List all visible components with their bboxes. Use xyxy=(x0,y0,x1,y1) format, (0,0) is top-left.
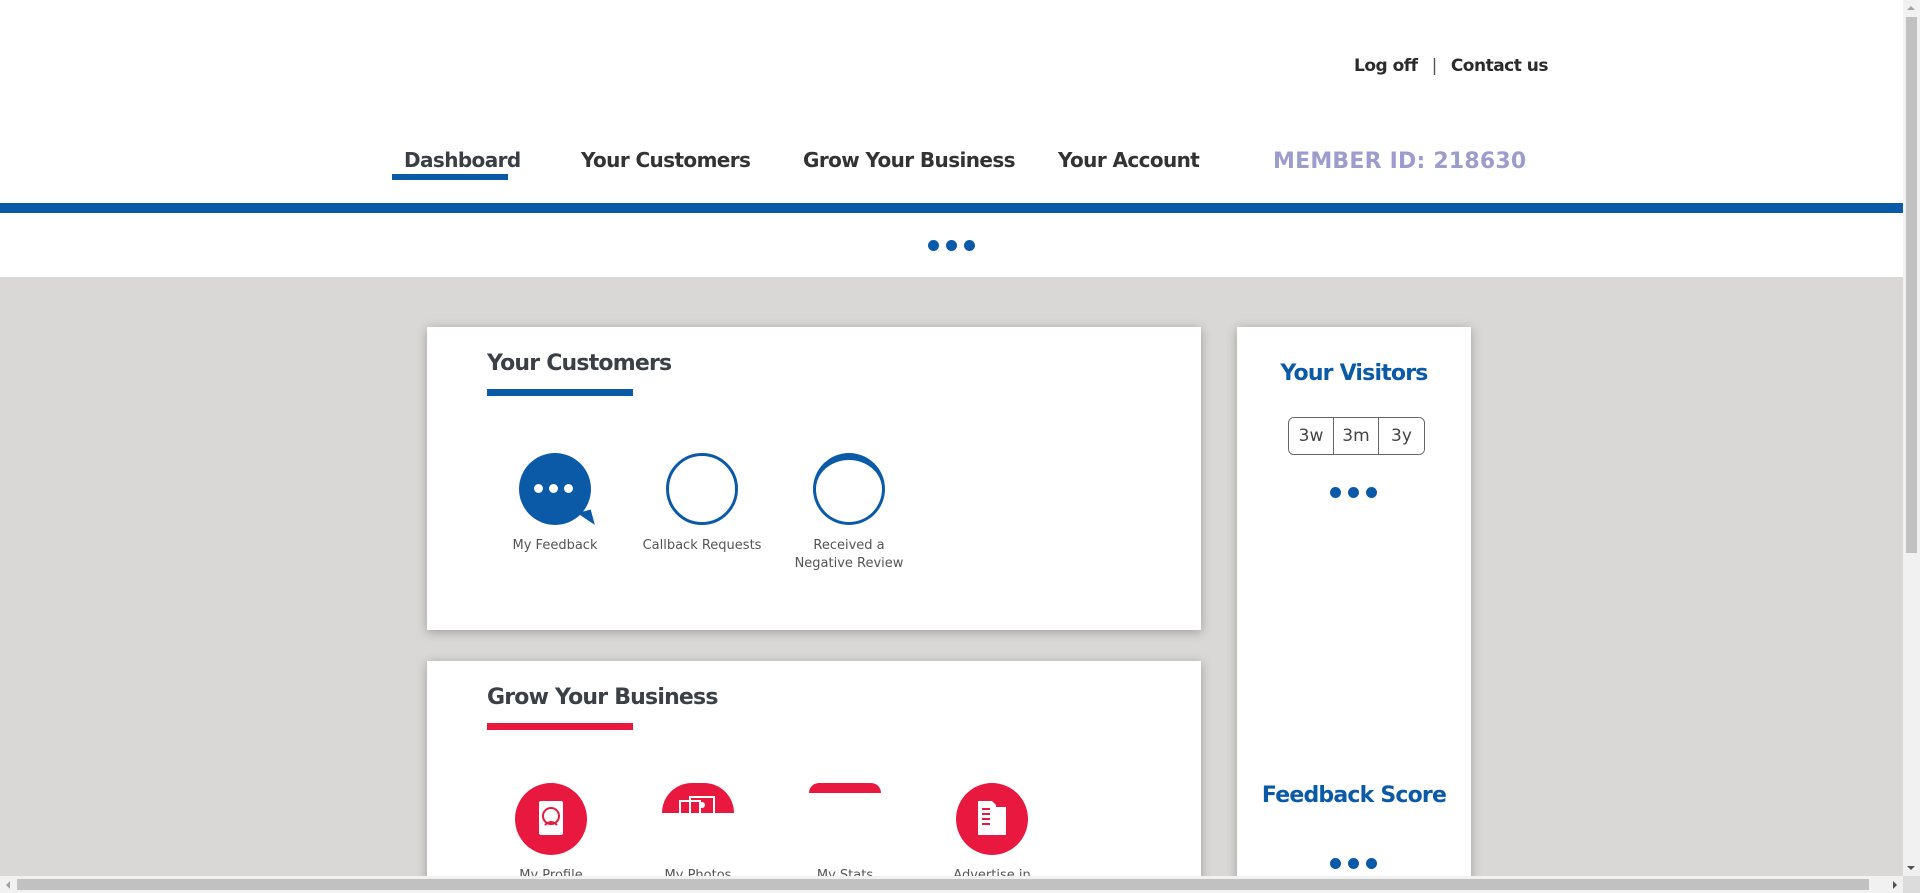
loading-dot xyxy=(1366,487,1377,498)
visitors-loading-indicator xyxy=(1330,487,1377,498)
nav-dashboard[interactable]: Dashboard xyxy=(404,148,521,172)
feedback-loading-indicator xyxy=(1330,858,1377,869)
card-title-underline xyxy=(487,723,633,730)
loading-dot xyxy=(946,240,957,251)
loading-indicator xyxy=(928,240,975,251)
header-divider-bar xyxy=(0,203,1903,213)
profile-icon xyxy=(515,783,587,855)
tile-my-profile[interactable]: My Profile xyxy=(491,783,611,876)
card-title: Your Customers xyxy=(487,351,672,376)
tile-label: My Photos xyxy=(664,868,732,876)
card-title: Grow Your Business xyxy=(487,685,718,710)
link-separator: | xyxy=(1431,56,1438,76)
scroll-right-arrow-icon[interactable] xyxy=(1893,881,1897,889)
range-3y-button[interactable]: 3y xyxy=(1379,418,1424,454)
your-customers-card: Your Customers My Feedback Callback Requ… xyxy=(427,327,1201,630)
loading-dot xyxy=(1366,858,1377,869)
photos-icon xyxy=(662,783,734,813)
circle-outline-icon xyxy=(813,453,885,525)
nav-active-underline xyxy=(392,174,508,180)
tile-label: Callback Requests xyxy=(642,538,762,553)
tile-advertise[interactable]: Advertise in xyxy=(932,783,1052,876)
scroll-up-arrow-icon[interactable] xyxy=(1907,6,1915,10)
nav-your-account[interactable]: Your Account xyxy=(1058,148,1200,172)
advertise-icon xyxy=(956,783,1028,855)
scroll-down-arrow-icon[interactable] xyxy=(1907,866,1915,870)
loading-dot xyxy=(1348,487,1359,498)
loading-dot xyxy=(928,240,939,251)
grow-your-business-card: Grow Your Business My Profile My Photos … xyxy=(427,661,1201,876)
horizontal-scroll-thumb[interactable] xyxy=(17,879,1869,890)
tile-label: My Profile xyxy=(519,868,583,876)
tile-my-feedback[interactable]: My Feedback xyxy=(495,453,615,555)
log-off-link[interactable]: Log off xyxy=(1354,56,1418,76)
stats-icon xyxy=(809,783,881,793)
top-links: Log off | Contact us xyxy=(1354,56,1549,76)
scrollbar-corner xyxy=(1903,876,1920,893)
page-viewport: Log off | Contact us Dashboard Your Cust… xyxy=(0,0,1903,876)
time-range-selector: 3w 3m 3y xyxy=(1288,417,1425,455)
tile-label: Advertise in xyxy=(953,868,1031,876)
visitors-title: Your Visitors xyxy=(1280,361,1428,386)
chat-bubble-icon xyxy=(519,453,595,529)
vertical-scrollbar[interactable] xyxy=(1903,0,1920,876)
tile-my-photos[interactable]: My Photos xyxy=(638,783,758,876)
horizontal-scrollbar[interactable] xyxy=(0,876,1903,893)
card-title-underline xyxy=(487,389,633,396)
range-3m-button[interactable]: 3m xyxy=(1334,418,1379,454)
member-id: MEMBER ID: 218630 xyxy=(1273,149,1527,174)
contact-us-link[interactable]: Contact us xyxy=(1451,56,1549,76)
nav-your-customers[interactable]: Your Customers xyxy=(581,148,751,172)
circle-outline-icon xyxy=(666,453,738,525)
loading-dot xyxy=(1330,858,1341,869)
loading-dot xyxy=(1330,487,1341,498)
range-3w-button[interactable]: 3w xyxy=(1289,418,1334,454)
tile-callback-requests[interactable]: Callback Requests xyxy=(642,453,762,555)
loading-dot xyxy=(964,240,975,251)
feedback-score-title: Feedback Score xyxy=(1261,783,1447,808)
tile-label: Received a Negative Review xyxy=(794,538,904,571)
tile-label: My Feedback xyxy=(512,538,598,553)
loading-dot xyxy=(1348,858,1359,869)
tile-negative-review[interactable]: Received a Negative Review xyxy=(789,453,909,573)
tile-label: My Stats xyxy=(816,868,874,876)
tile-my-stats[interactable]: My Stats xyxy=(785,783,905,876)
your-visitors-card: Your Visitors 3w 3m 3y Feedback Score xyxy=(1237,327,1471,876)
nav-grow-your-business[interactable]: Grow Your Business xyxy=(803,148,1016,172)
scroll-left-arrow-icon[interactable] xyxy=(6,881,10,889)
vertical-scroll-thumb[interactable] xyxy=(1906,17,1917,553)
